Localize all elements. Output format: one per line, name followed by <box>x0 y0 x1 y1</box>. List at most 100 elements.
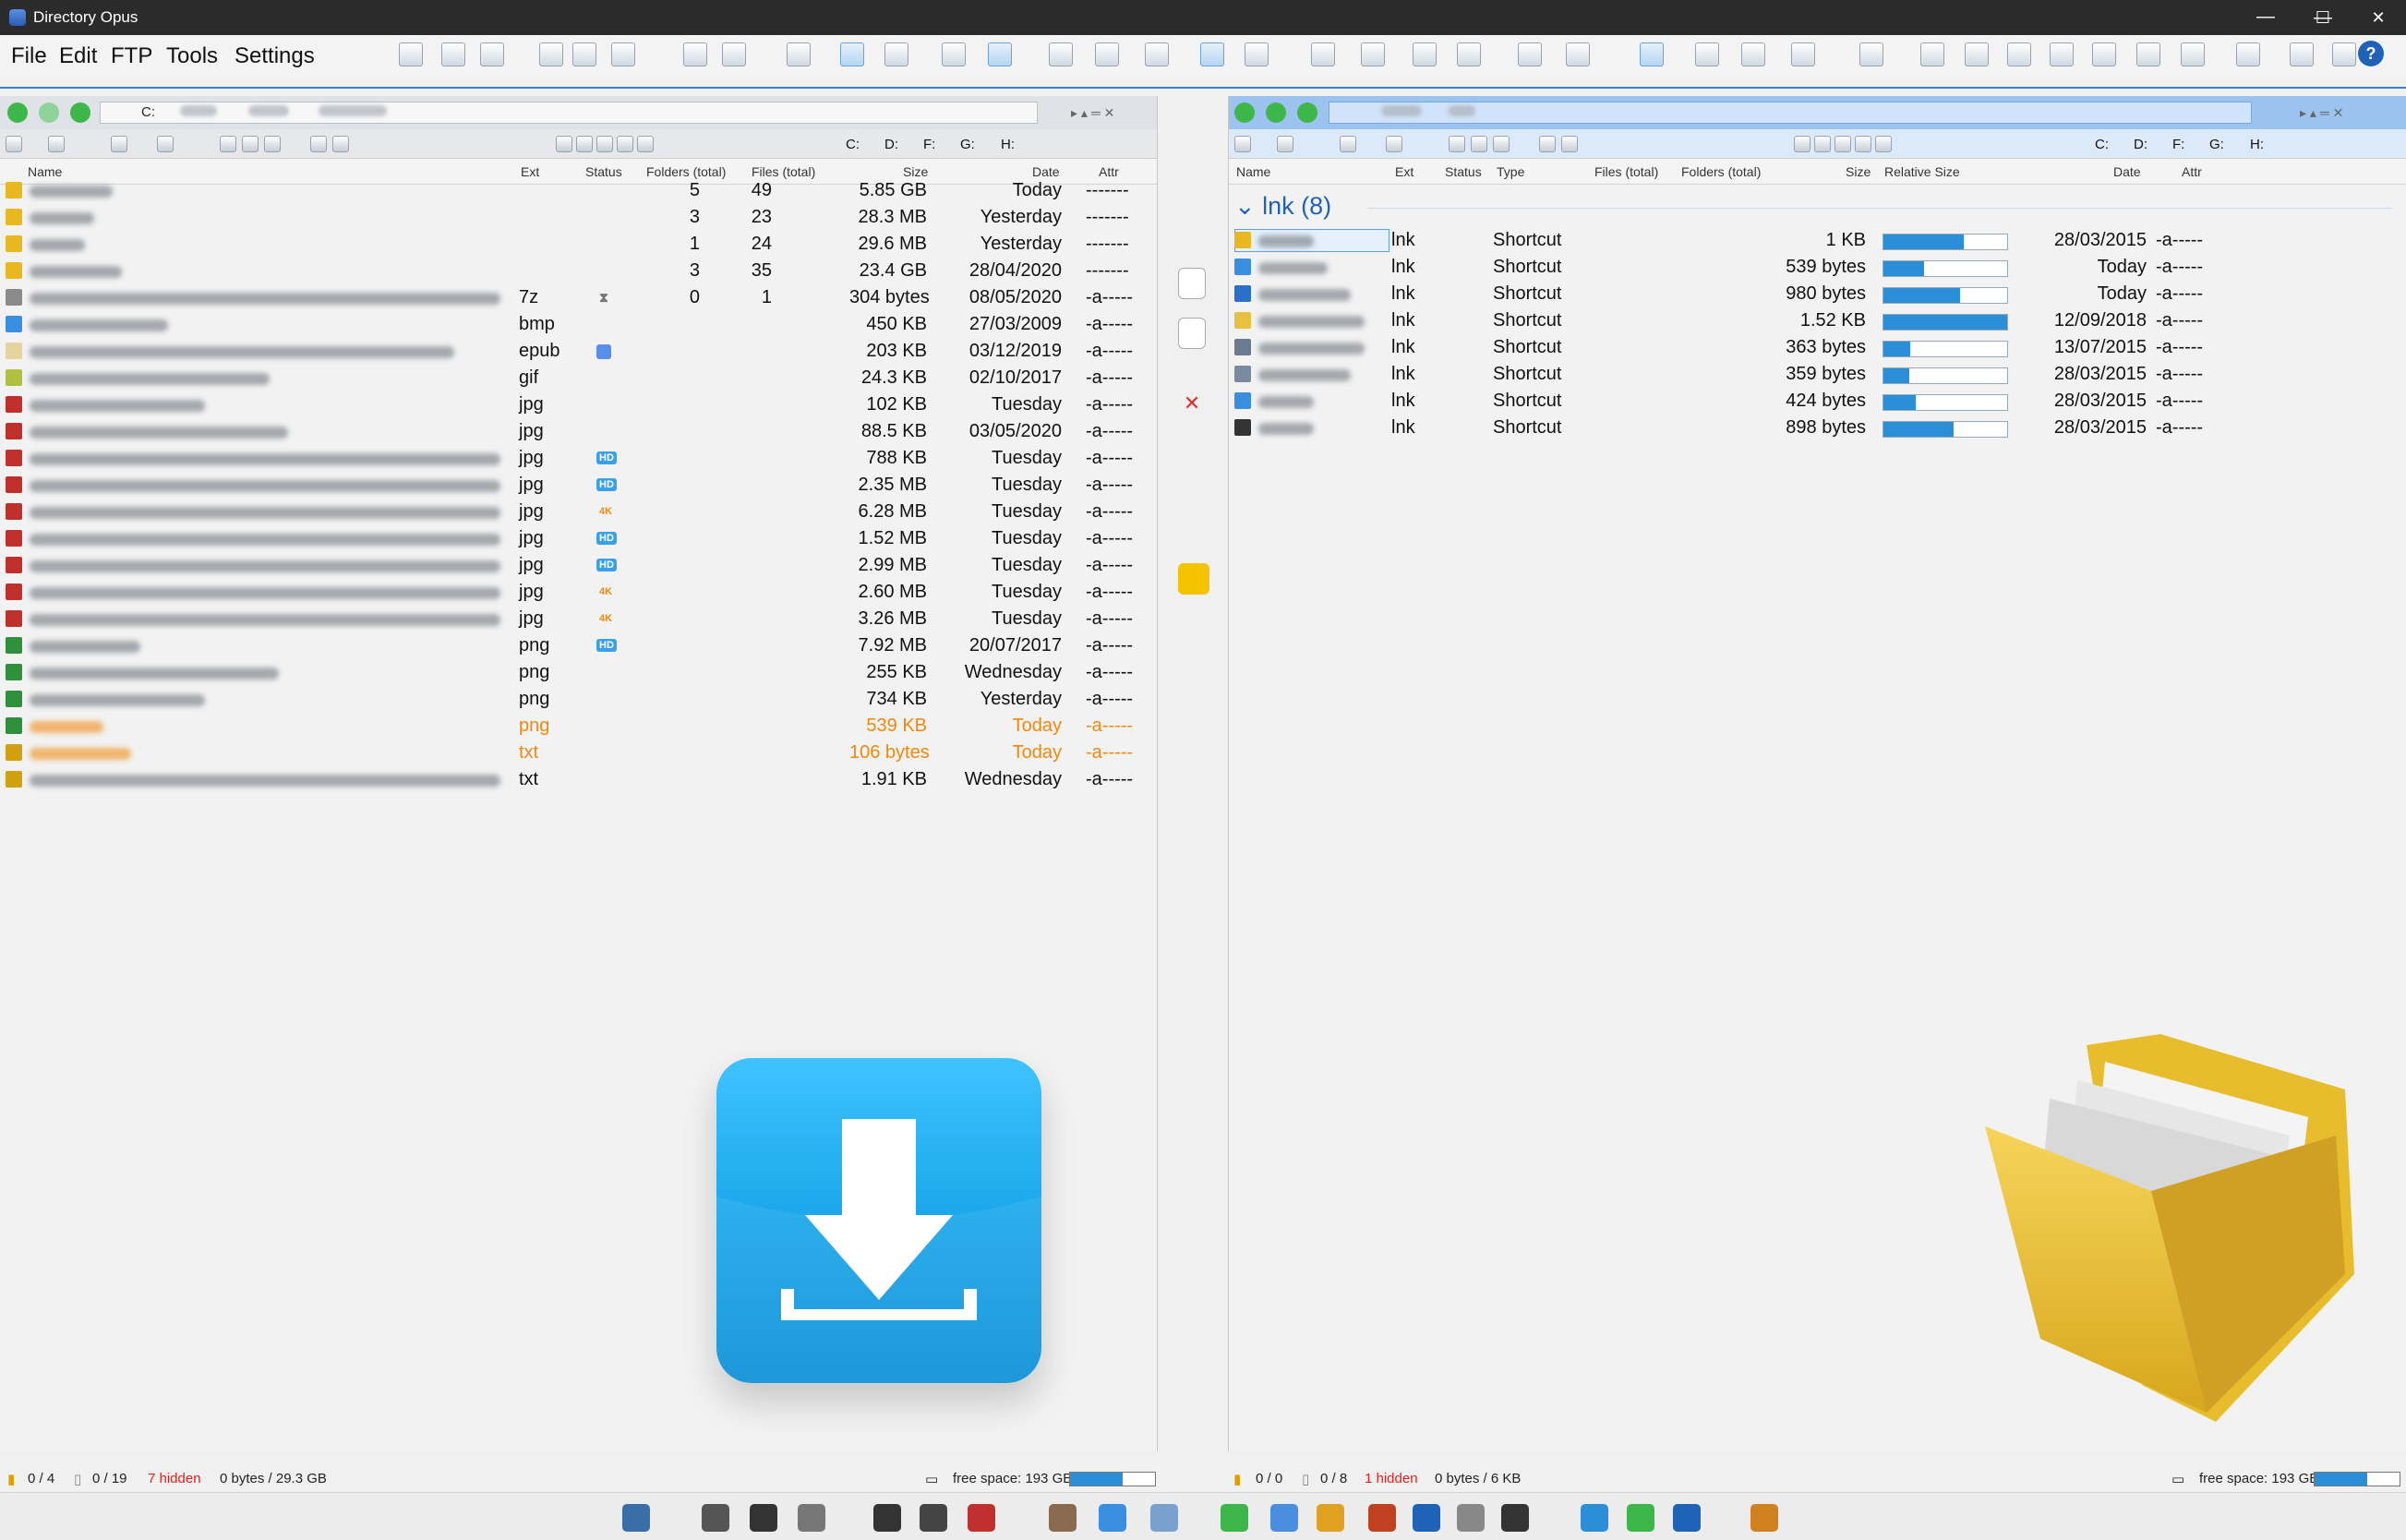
toolbar-button-1-icon[interactable] <box>399 42 423 66</box>
drive-c[interactable]: C: <box>846 137 860 152</box>
pane-tool-11-icon[interactable] <box>1814 136 1831 152</box>
col-status[interactable]: Status <box>1445 164 1482 179</box>
menu-edit[interactable]: Edit <box>59 43 97 69</box>
up-icon[interactable] <box>70 102 90 123</box>
toolbar-button-16-icon[interactable] <box>1145 42 1169 66</box>
launcher-8-icon[interactable] <box>1049 1504 1077 1532</box>
table-row[interactable]: png 7.92 MB 20/07/2017 -a----- HD <box>0 632 1157 659</box>
file-group-header[interactable]: ⌄ lnk (8) <box>1234 192 1331 221</box>
table-row[interactable]: lnk Shortcut 539 bytes Today -a----- <box>1229 254 2406 281</box>
toolbar-button-17-icon[interactable] <box>1200 42 1224 66</box>
table-row[interactable]: jpg 2.60 MB Tuesday -a----- 4K <box>0 579 1157 606</box>
launcher-16-icon[interactable] <box>1457 1504 1485 1532</box>
toolbar-button-4-icon[interactable] <box>539 42 563 66</box>
disc-icon[interactable] <box>1178 737 1209 768</box>
pane-tool-14-icon[interactable] <box>637 136 654 152</box>
col-ext[interactable]: Ext <box>1395 164 1414 179</box>
table-row[interactable]: 1 24 29.6 MB Yesterday ------- <box>0 231 1157 258</box>
pane-tool-14-icon[interactable] <box>1875 136 1892 152</box>
toolbar-button-28-icon[interactable] <box>1791 42 1815 66</box>
toolbar-button-12-icon[interactable] <box>942 42 966 66</box>
toolbar-button-24-icon[interactable] <box>1566 42 1590 66</box>
close-window-button[interactable]: ✕ <box>2351 0 2406 35</box>
table-row[interactable]: lnk Shortcut 424 bytes 28/03/2015 -a----- <box>1229 388 2406 415</box>
left-hidden-count[interactable]: 7 hidden <box>148 1471 201 1486</box>
launcher-10-icon[interactable] <box>1150 1504 1178 1532</box>
launcher-3-icon[interactable] <box>750 1504 777 1532</box>
toolbar-button-10-icon[interactable] <box>840 42 864 66</box>
col-size[interactable]: Size <box>1846 164 1871 179</box>
pane-options-icon[interactable]: ▸ ▴ ═ ✕ <box>1071 105 1114 121</box>
maximize-window-button[interactable]: ☐ <box>2295 0 2351 35</box>
toolbar-button-27-icon[interactable] <box>1741 42 1765 66</box>
toolbar-button-26-icon[interactable] <box>1695 42 1719 66</box>
right-hidden-count[interactable]: 1 hidden <box>1365 1471 1418 1486</box>
reader-icon[interactable] <box>1178 1073 1209 1104</box>
pane-tool-4-icon[interactable] <box>1386 136 1402 152</box>
toolbar-button-35-icon[interactable] <box>2136 42 2160 66</box>
left-path-field[interactable]: C: <box>100 102 1038 124</box>
table-row[interactable]: lnk Shortcut 980 bytes Today -a----- <box>1229 281 2406 307</box>
pane-tool-2-icon[interactable] <box>48 136 65 152</box>
drive-g[interactable]: G: <box>2209 137 2224 152</box>
launcher-1-icon[interactable] <box>622 1504 650 1532</box>
toolbar-button-18-icon[interactable] <box>1245 42 1269 66</box>
audio-icon[interactable] <box>1178 680 1209 711</box>
pane-tool-6-icon[interactable] <box>242 136 259 152</box>
toolbar-button-33-icon[interactable] <box>2050 42 2074 66</box>
table-row[interactable]: jpg 3.26 MB Tuesday -a----- 4K <box>0 606 1157 632</box>
toolbar-button-9-icon[interactable] <box>787 42 811 66</box>
menu-tools[interactable]: Tools <box>166 43 218 69</box>
back-icon[interactable] <box>1234 102 1255 123</box>
move-icon[interactable] <box>1178 318 1206 349</box>
checklist-icon[interactable] <box>1178 622 1209 654</box>
table-row[interactable]: lnk Shortcut 1 KB 28/03/2015 -a----- <box>1229 227 2406 254</box>
launcher-13-icon[interactable] <box>1317 1504 1344 1532</box>
col-attr[interactable]: Attr <box>2182 164 2202 179</box>
menu-settings[interactable]: Settings <box>235 43 315 69</box>
launcher-4-icon[interactable] <box>798 1504 825 1532</box>
table-row[interactable]: jpg 88.5 KB 03/05/2020 -a----- <box>0 418 1157 445</box>
toolbar-button-30-icon[interactable] <box>1920 42 1944 66</box>
pane-tool-8-icon[interactable] <box>1539 136 1556 152</box>
pane-tool-1-icon[interactable] <box>1234 136 1251 152</box>
drive-c[interactable]: C: <box>2095 137 2109 152</box>
table-row[interactable]: jpg 2.35 MB Tuesday -a----- HD <box>0 472 1157 499</box>
table-row[interactable]: bmp 450 KB 27/03/2009 -a----- <box>0 311 1157 338</box>
toolbar-button-2-icon[interactable] <box>441 42 465 66</box>
pane-tool-4-icon[interactable] <box>157 136 174 152</box>
delete-icon[interactable]: ✕ <box>1178 388 1206 419</box>
launcher-9-icon[interactable] <box>1099 1504 1126 1532</box>
launcher-15-icon[interactable] <box>1413 1504 1440 1532</box>
pane-tool-9-icon[interactable] <box>332 136 349 152</box>
pane-tool-11-icon[interactable] <box>576 136 593 152</box>
table-row[interactable]: jpg 102 KB Tuesday -a----- <box>0 391 1157 418</box>
copy-icon[interactable] <box>1178 268 1206 299</box>
launcher-12-icon[interactable] <box>1270 1504 1298 1532</box>
col-folders[interactable]: Folders (total) <box>1681 164 1761 179</box>
toolbar-button-8-icon[interactable] <box>722 42 746 66</box>
scroll-icon[interactable] <box>1178 1014 1209 1045</box>
pane-tool-7-icon[interactable] <box>1493 136 1510 152</box>
s-app-icon[interactable] <box>1178 956 1209 988</box>
toolbar-button-19-icon[interactable] <box>1311 42 1335 66</box>
table-row[interactable]: jpg 2.99 MB Tuesday -a----- HD <box>0 552 1157 579</box>
table-row[interactable]: lnk Shortcut 898 bytes 28/03/2015 -a----- <box>1229 415 2406 441</box>
pane-tool-8-icon[interactable] <box>310 136 327 152</box>
toolbar-button-3-icon[interactable] <box>480 42 504 66</box>
minimize-window-button[interactable]: — <box>2238 0 2293 35</box>
toolbar-button-21-icon[interactable] <box>1413 42 1437 66</box>
launcher-11-icon[interactable] <box>1221 1504 1248 1532</box>
toolbar-button-34-icon[interactable] <box>2092 42 2116 66</box>
toolbar-button-22-icon[interactable] <box>1457 42 1481 66</box>
pane-options-icon[interactable]: ▸ ▴ ═ ✕ <box>2300 105 2343 121</box>
table-row[interactable]: txt 106 bytes Today -a----- <box>0 740 1157 766</box>
launcher-6-icon[interactable] <box>920 1504 947 1532</box>
pane-tool-10-icon[interactable] <box>1794 136 1811 152</box>
table-row[interactable]: 7z 0 1 304 bytes 08/05/2020 -a----- ⧗ <box>0 284 1157 311</box>
up-icon[interactable] <box>1297 102 1317 123</box>
pane-tool-12-icon[interactable] <box>596 136 613 152</box>
launcher-18-icon[interactable] <box>1581 1504 1608 1532</box>
col-relative-size[interactable]: Relative Size <box>1884 164 1960 179</box>
toolbar-button-25-icon[interactable] <box>1640 42 1664 66</box>
